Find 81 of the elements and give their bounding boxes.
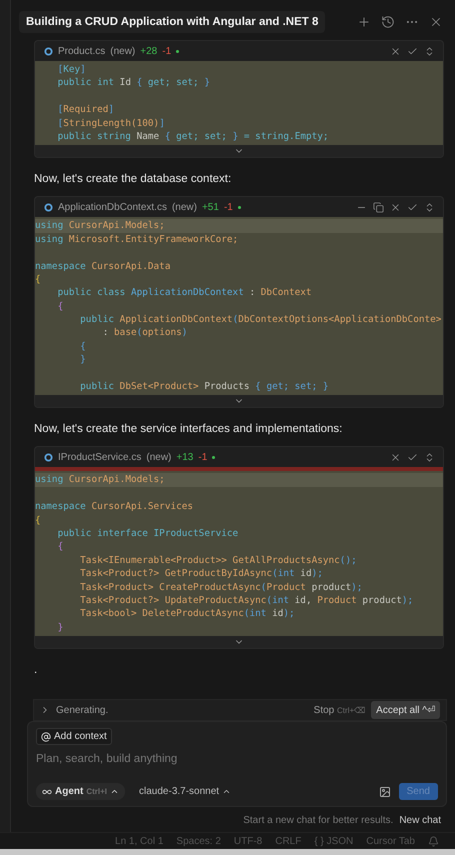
file-name: ApplicationDbContext.cs bbox=[58, 202, 167, 213]
at-sign-icon bbox=[41, 732, 51, 742]
model-selector[interactable]: claude-3.7-sonnet bbox=[133, 785, 238, 798]
added-count: +28 bbox=[140, 46, 158, 56]
code-line: [StringLength(100)] bbox=[56, 116, 166, 130]
code-line: Task<IEnumerable<Product>> GetAllProductsAsync(); bbox=[79, 554, 358, 568]
new-tag: (new) bbox=[146, 452, 172, 463]
caret-icon bbox=[110, 787, 120, 796]
csharp-file-icon bbox=[44, 202, 53, 212]
file-name: IProductService.cs bbox=[58, 452, 142, 463]
status-item[interactable]: { } JSON bbox=[314, 836, 354, 846]
close-icon[interactable] bbox=[390, 452, 401, 463]
code-line: public class ApplicationDbContext : DbContext bbox=[56, 286, 313, 300]
code-line: : base(options) bbox=[102, 326, 188, 340]
code-line: namespace CursorApi.Data bbox=[35, 260, 172, 273]
up-down-icon[interactable] bbox=[424, 46, 435, 56]
bell-icon[interactable] bbox=[428, 836, 439, 846]
status-dot bbox=[212, 456, 216, 459]
chat-title: Building a CRUD Application with Angular and .NET 8 bbox=[19, 11, 326, 33]
up-down-icon[interactable] bbox=[424, 452, 435, 463]
new-chat-link[interactable]: New chat bbox=[399, 815, 441, 826]
close-icon[interactable] bbox=[390, 202, 401, 213]
code-line: Task<bool> DeleteProductAsync(int id); bbox=[79, 607, 296, 621]
status-item[interactable]: UTF-8 bbox=[234, 836, 262, 846]
close-icon[interactable] bbox=[390, 46, 401, 56]
generating-label: Generating. bbox=[56, 704, 108, 716]
chat-input[interactable]: Plan, search, build anything bbox=[36, 753, 438, 765]
copy-icon[interactable] bbox=[373, 202, 384, 213]
check-icon[interactable] bbox=[407, 202, 418, 213]
check-icon[interactable] bbox=[407, 46, 418, 56]
added-count: +51 bbox=[202, 202, 219, 213]
message-text: Now, let's create the service interfaces and implementations: bbox=[34, 422, 344, 438]
code-line: { bbox=[79, 340, 87, 354]
code-line: } bbox=[79, 353, 87, 367]
code-line: [Key] bbox=[56, 63, 87, 76]
code-line: public interface IProductService bbox=[56, 526, 240, 540]
caret-icon bbox=[222, 787, 232, 796]
code-line: Task<Product?> GetProductByIdAsync(int id); bbox=[79, 567, 324, 581]
check-icon[interactable] bbox=[407, 452, 418, 463]
code-line: { bbox=[35, 514, 42, 527]
added-count: +13 bbox=[176, 452, 194, 463]
message-text: . bbox=[34, 663, 38, 678]
accept-all-button[interactable]: Accept all ^⏎ bbox=[371, 701, 440, 719]
history-icon[interactable] bbox=[381, 15, 395, 29]
status-item[interactable]: Ln 1, Col 1 bbox=[115, 836, 164, 846]
code-line: public string Name { get; set; } = string.Empty; bbox=[56, 130, 330, 144]
new-chat-icon[interactable] bbox=[357, 15, 371, 29]
send-button[interactable]: Send bbox=[398, 783, 438, 800]
code-line: { bbox=[56, 540, 64, 554]
status-item[interactable]: Spaces: 2 bbox=[176, 836, 221, 846]
up-down-icon[interactable] bbox=[424, 202, 435, 213]
agent-mode-button[interactable]: Agent Ctrl+I bbox=[36, 783, 126, 800]
code-line: namespace CursorApi.Services bbox=[35, 500, 194, 514]
hint-text: Start a new chat for better results. bbox=[243, 815, 394, 826]
status-dot bbox=[176, 50, 180, 52]
code-line: public int Id { get; set; } bbox=[56, 76, 212, 90]
csharp-file-icon bbox=[44, 452, 53, 462]
new-tag: (new) bbox=[110, 46, 136, 56]
status-dot bbox=[238, 206, 241, 209]
code-line: public ApplicationDbContext(DbContextOptions<ApplicationDbConte> bbox=[79, 313, 442, 326]
removed-count: -1 bbox=[162, 46, 172, 56]
code-line: Task<Product?> UpdateProductAsync(int id, Product product); bbox=[79, 594, 414, 608]
removed-count: -1 bbox=[224, 202, 233, 213]
code-line: [Required] bbox=[56, 103, 116, 117]
stop-button[interactable]: Stop Ctrl+⌫ bbox=[314, 704, 366, 716]
csharp-file-icon bbox=[44, 46, 53, 56]
code-line: using Microsoft.EntityFrameworkCore; bbox=[35, 232, 240, 246]
image-icon[interactable] bbox=[378, 786, 391, 798]
new-tag: (new) bbox=[172, 202, 197, 213]
code-line: Task<Product> CreateProductAsync(Product product); bbox=[79, 580, 364, 594]
add-context-button[interactable]: Add context bbox=[36, 728, 112, 745]
file-name: Product.cs bbox=[58, 46, 106, 56]
status-item[interactable]: Cursor Tab bbox=[366, 836, 415, 846]
code-line: { bbox=[56, 300, 64, 314]
message-text: Now, let's create the database context: bbox=[34, 172, 232, 188]
status-item[interactable]: CRLF bbox=[275, 836, 302, 846]
code-line: public DbSet<Product> Products { get; set; } bbox=[79, 380, 330, 394]
removed-count: -1 bbox=[198, 452, 208, 463]
close-icon[interactable] bbox=[429, 15, 443, 29]
code-line: } bbox=[56, 620, 64, 634]
code-line: { bbox=[35, 272, 42, 286]
